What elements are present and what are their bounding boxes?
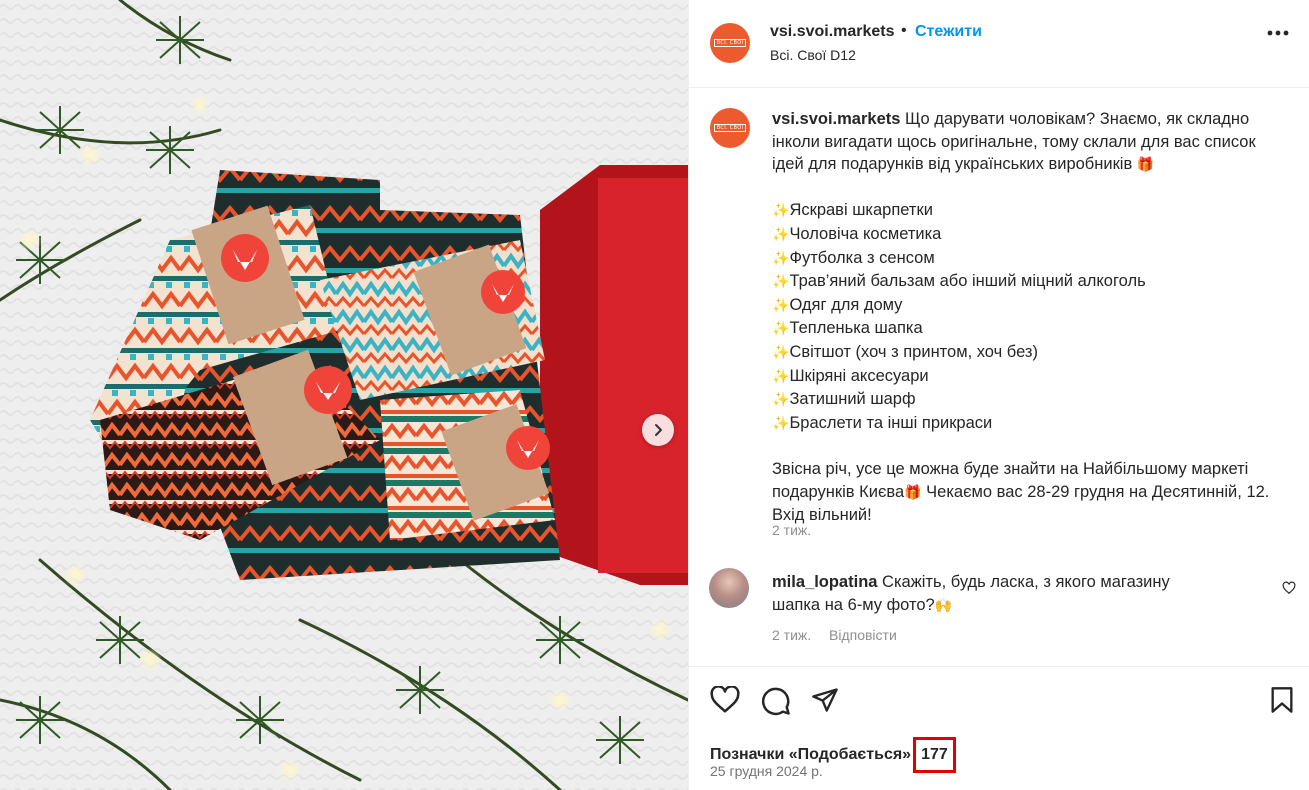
list-item-text: Затишний шарф <box>789 390 916 409</box>
caption-author-avatar[interactable]: ВСІ. СВОЇ <box>710 108 750 148</box>
list-item-text: Світшот (хоч з принтом, хоч без) <box>789 342 1038 361</box>
separator-dot: • <box>901 22 907 39</box>
list-item: ✨Тепленька шапка <box>772 317 1282 341</box>
likes-count[interactable]: 177 <box>913 737 956 773</box>
comment-bubble-icon[interactable] <box>761 686 791 716</box>
commenter-avatar[interactable] <box>709 568 749 608</box>
bookmark-save-icon[interactable] <box>1270 686 1294 714</box>
avatar-logo-text: ВСІ. СВОЇ <box>713 39 747 47</box>
comment-like-heart-icon[interactable] <box>1282 581 1296 595</box>
sparkles-emoji: ✨ <box>772 297 790 314</box>
list-item-text: Яскраві шкарпетки <box>789 201 933 220</box>
list-item: ✨Трав’яний бальзам або інший міцний алко… <box>772 270 1282 294</box>
gift-emoji: 🎁 <box>1136 157 1155 174</box>
list-item-text: Трав’яний бальзам або інший міцний алког… <box>789 272 1146 291</box>
list-item-text: Одяг для дому <box>789 295 903 314</box>
post-details-panel: ВСІ. СВОЇ vsi.svoi.markets • Стежити Всі… <box>688 0 1309 790</box>
sparkles-emoji: ✨ <box>772 344 790 361</box>
next-photo-button[interactable] <box>642 414 674 446</box>
post-header: ВСІ. СВОЇ vsi.svoi.markets • Стежити Всі… <box>689 0 1309 88</box>
gift-emoji: 🎁 <box>904 484 922 501</box>
sparkles-emoji: ✨ <box>772 203 790 220</box>
follow-button[interactable]: Стежити <box>915 23 982 41</box>
post-location[interactable]: Всі. Свої D12 <box>770 47 856 63</box>
list-item: ✨Затишний шарф <box>772 388 1282 412</box>
post-date[interactable]: 25 грудня 2024 р. <box>710 763 823 779</box>
sparkles-emoji: ✨ <box>772 392 790 409</box>
list-item: ✨Футболка з сенсом <box>772 247 1282 271</box>
comment-timestamp[interactable]: 2 тиж. <box>772 627 811 643</box>
sparkles-emoji: ✨ <box>772 415 790 432</box>
list-item: ✨Браслети та інші прикраси <box>772 412 1282 436</box>
list-item-text: Браслети та інші прикраси <box>789 413 993 432</box>
list-item: ✨Шкіряні аксесуари <box>772 365 1282 389</box>
sparkles-emoji: ✨ <box>772 321 790 338</box>
caption-timestamp[interactable]: 2 тиж. <box>772 522 811 538</box>
raising-hands-emoji: 🙌 <box>934 597 953 614</box>
avatar-logo-text: ВСІ. СВОЇ <box>713 124 747 132</box>
list-item: ✨Одяг для дому <box>772 294 1282 318</box>
commenter-username[interactable]: mila_lopatina <box>772 573 877 591</box>
post-caption: vsi.svoi.markets Що дарувати чоловікам? … <box>772 108 1282 527</box>
list-item: ✨Світшот (хоч з принтом, хоч без) <box>772 341 1282 365</box>
list-item: ✨Яскраві шкарпетки <box>772 199 1282 223</box>
sparkles-emoji: ✨ <box>772 250 790 267</box>
photo-illustration <box>0 0 688 790</box>
list-item-text: Тепленька шапка <box>789 319 923 338</box>
sparkles-emoji: ✨ <box>772 226 790 243</box>
gift-ideas-list: ✨Яскраві шкарпетки ✨Чоловіча косметика ✨… <box>772 199 1282 435</box>
author-avatar[interactable]: ВСІ. СВОЇ <box>710 23 750 63</box>
sparkles-emoji: ✨ <box>772 368 790 385</box>
list-item-text: Футболка з сенсом <box>789 248 935 267</box>
reply-button[interactable]: Відповісти <box>829 627 897 643</box>
like-heart-icon[interactable] <box>710 686 740 714</box>
list-item-text: Шкіряні аксесуари <box>789 366 929 385</box>
comments-section: ВСІ. СВОЇ vsi.svoi.markets Що дарувати ч… <box>689 88 1309 666</box>
list-item-text: Чоловіча косметика <box>789 224 942 243</box>
share-paper-plane-icon[interactable] <box>810 686 840 714</box>
list-item: ✨Чоловіча косметика <box>772 223 1282 247</box>
caption-username[interactable]: vsi.svoi.markets <box>772 110 900 128</box>
post-actions: Позначки «Подобається» 177 25 грудня 2024… <box>689 666 1309 790</box>
post-photo[interactable] <box>0 0 688 790</box>
chevron-right-icon <box>655 424 662 436</box>
sparkles-emoji: ✨ <box>772 274 790 291</box>
author-username[interactable]: vsi.svoi.markets <box>770 23 895 41</box>
comment: mila_lopatina Скажіть, будь ласка, з яко… <box>772 571 1192 617</box>
likes-label: Позначки «Подобається» <box>710 746 912 763</box>
more-horizontal-icon[interactable] <box>1267 30 1289 36</box>
